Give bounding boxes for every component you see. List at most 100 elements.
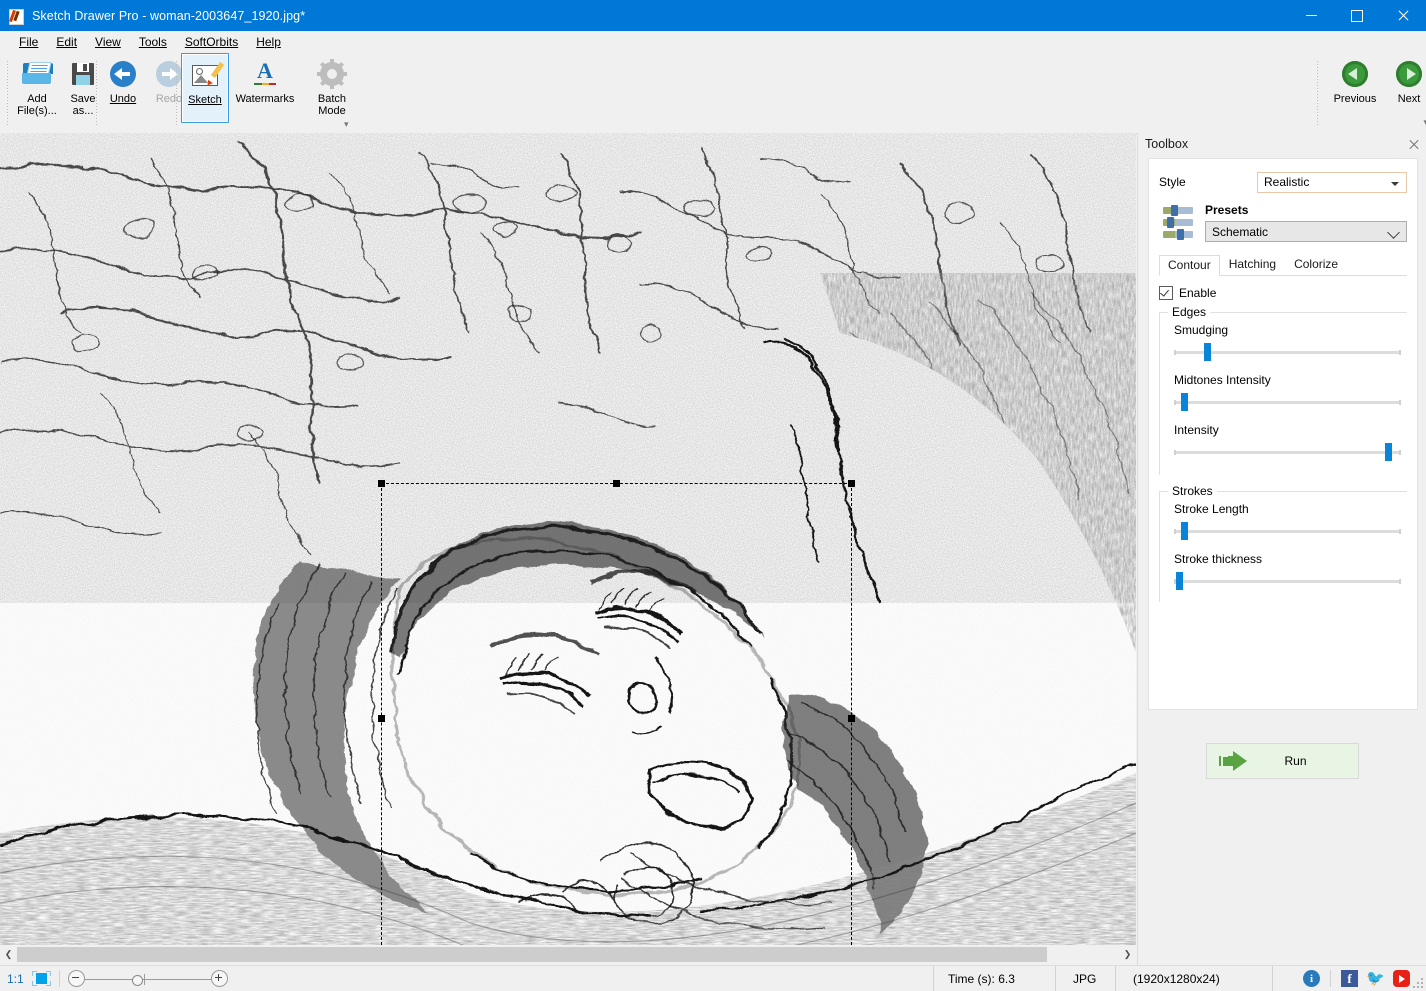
- image-canvas[interactable]: [0, 133, 1136, 945]
- menu-tools[interactable]: Tools: [130, 33, 176, 51]
- facebook-icon[interactable]: f: [1341, 970, 1358, 987]
- previous-button[interactable]: Previous: [1324, 53, 1386, 105]
- tab-hatching[interactable]: Hatching: [1220, 254, 1285, 275]
- tab-colorize[interactable]: Colorize: [1285, 254, 1347, 275]
- selection-handle-w[interactable]: [378, 715, 385, 722]
- smudging-slider[interactable]: [1174, 345, 1401, 359]
- title-bar: Sketch Drawer Pro - woman-2003647_1920.j…: [0, 0, 1426, 31]
- close-button[interactable]: [1380, 0, 1426, 31]
- sliders-preset-icon: [1161, 203, 1199, 243]
- resize-grip-icon[interactable]: [1413, 978, 1423, 988]
- midtones-label: Midtones Intensity: [1174, 373, 1401, 387]
- zoom-ratio-label: 1:1: [7, 972, 24, 986]
- floppy-save-icon: [68, 59, 98, 89]
- menu-help[interactable]: Help: [247, 33, 290, 51]
- zoom-in-icon[interactable]: [211, 970, 228, 987]
- menu-view-label: View: [95, 35, 121, 49]
- add-files-button[interactable]: AddFile(s)...: [14, 53, 60, 117]
- stroke-length-slider-thumb[interactable]: [1181, 522, 1188, 540]
- smudging-slider-thumb[interactable]: [1204, 343, 1211, 361]
- stroke-thickness-slider[interactable]: [1174, 574, 1401, 588]
- stroke-thickness-slider-thumb[interactable]: [1176, 572, 1183, 590]
- enable-checkbox-row[interactable]: Enable: [1159, 286, 1407, 300]
- zoom-slider[interactable]: [68, 970, 228, 988]
- strokes-group: Strokes Stroke Length Stroke thickness: [1159, 491, 1407, 602]
- enable-checkbox[interactable]: [1159, 286, 1173, 300]
- zoom-out-icon[interactable]: [68, 970, 85, 987]
- menu-file[interactable]: File: [10, 33, 47, 51]
- batch-mode-label: BatchMode: [318, 93, 346, 117]
- menu-view[interactable]: View: [86, 33, 130, 51]
- next-button[interactable]: Next: [1386, 53, 1426, 105]
- selection-rectangle[interactable]: [381, 483, 852, 945]
- social-links: i f 🐦: [1303, 970, 1410, 987]
- toolbar: AddFile(s)... Saveas... Undo: [0, 53, 1426, 134]
- menu-softorbits[interactable]: SoftOrbits: [176, 33, 247, 51]
- check-icon: [1160, 287, 1169, 296]
- fit-to-window-icon[interactable]: [32, 971, 51, 986]
- twitter-icon[interactable]: 🐦: [1367, 970, 1384, 987]
- midtones-slider[interactable]: [1174, 395, 1401, 409]
- status-divider-2: [1055, 966, 1056, 991]
- presets-row: Presets Schematic: [1159, 203, 1407, 243]
- youtube-icon[interactable]: [1393, 970, 1410, 987]
- batch-mode-button[interactable]: BatchMode: [301, 53, 363, 117]
- toolbox-close-icon[interactable]: [1408, 139, 1419, 150]
- intensity-label: Intensity: [1174, 423, 1401, 437]
- run-button-zone: Run: [1138, 743, 1426, 779]
- status-divider-3: [1115, 966, 1116, 991]
- sketch-button[interactable]: Sketch: [181, 53, 229, 123]
- style-label: Style: [1159, 175, 1257, 189]
- stroke-length-slider[interactable]: [1174, 524, 1401, 538]
- zoom-slider-track: [83, 979, 213, 980]
- maximize-button[interactable]: [1334, 0, 1380, 31]
- presets-value: Schematic: [1212, 225, 1268, 239]
- presets-dropdown[interactable]: Schematic: [1205, 221, 1407, 242]
- toolbox-tabs: Contour Hatching Colorize: [1159, 255, 1407, 276]
- selection-handle-ne[interactable]: [848, 480, 855, 487]
- sketch-photo-icon: [190, 60, 220, 90]
- chevron-right-icon[interactable]: ❯: [1119, 945, 1136, 964]
- selection-handle-nw[interactable]: [378, 480, 385, 487]
- add-files-label: AddFile(s)...: [17, 93, 57, 117]
- green-run-arrow-icon: [1219, 751, 1249, 771]
- status-bar: 1:1 Time (s): 6.3 JPG (1920x1280x24) i f…: [0, 965, 1426, 991]
- toolbar-divider-1: [96, 61, 97, 125]
- next-label: Next: [1398, 93, 1421, 105]
- selection-handle-e[interactable]: [848, 715, 855, 722]
- selection-handle-n[interactable]: [613, 480, 620, 487]
- menu-edit[interactable]: Edit: [47, 33, 86, 51]
- style-dropdown[interactable]: Realistic: [1257, 172, 1407, 193]
- scrollbar-track[interactable]: [17, 945, 1119, 964]
- menu-file-label: File: [19, 35, 38, 49]
- zoom-slider-knob[interactable]: [132, 975, 143, 986]
- edges-group: Edges Smudging Midtones Intensity: [1159, 312, 1407, 475]
- tab-contour[interactable]: Contour: [1159, 255, 1220, 276]
- smudging-slider-block: Smudging: [1174, 323, 1401, 359]
- midtones-slider-thumb[interactable]: [1181, 393, 1188, 411]
- scrollbar-thumb[interactable]: [17, 947, 1047, 962]
- toolbar-divider-3: [1317, 61, 1318, 125]
- stroke-length-label: Stroke Length: [1174, 502, 1401, 516]
- folder-add-icon: [22, 59, 52, 89]
- minimize-button[interactable]: [1288, 0, 1334, 31]
- enable-label: Enable: [1179, 286, 1216, 300]
- ribbon-expander-icon[interactable]: ▾: [344, 119, 363, 131]
- style-value: Realistic: [1264, 175, 1309, 189]
- info-icon[interactable]: i: [1303, 970, 1320, 987]
- run-button[interactable]: Run: [1206, 743, 1359, 779]
- chevron-left-icon[interactable]: ❮: [0, 945, 17, 964]
- intensity-slider[interactable]: [1174, 445, 1401, 459]
- canvas-horizontal-scrollbar[interactable]: ❮ ❯: [0, 945, 1136, 964]
- toolbox-body: Style Realistic Presets: [1148, 158, 1418, 710]
- undo-button[interactable]: Undo: [100, 53, 146, 105]
- stroke-thickness-label: Stroke thickness: [1174, 552, 1401, 566]
- edges-group-title: Edges: [1168, 305, 1210, 319]
- info-glyph: i: [1310, 973, 1313, 985]
- redo-arrow-icon: [154, 59, 184, 89]
- toolbox-panel: Toolbox Style Realistic: [1137, 133, 1426, 965]
- intensity-slider-thumb[interactable]: [1385, 443, 1392, 461]
- intensity-slider-block: Intensity: [1174, 423, 1401, 459]
- watermarks-button[interactable]: A Watermarks: [229, 53, 301, 105]
- maximize-icon: [1351, 10, 1363, 22]
